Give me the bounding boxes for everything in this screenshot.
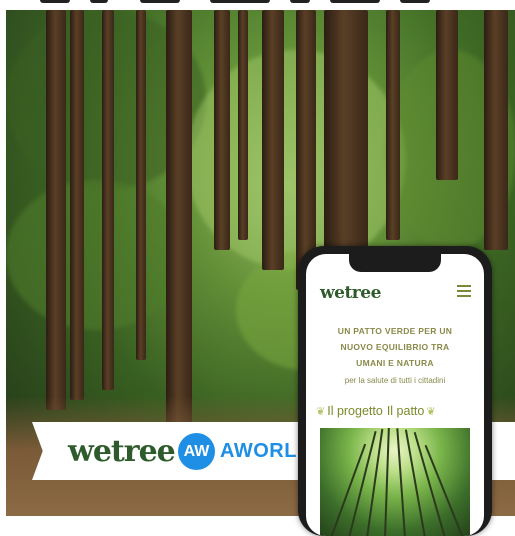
partner-banner-edge xyxy=(488,422,515,480)
app-subtagline: per la salute di tutti i cittadini xyxy=(344,376,446,385)
app-tabs: ❦ Il progetto Il patto ❦ xyxy=(316,401,478,421)
leaf-icon: ❦ xyxy=(316,405,326,418)
app-tagline: UN PATTO VERDE PER UN NUOVO EQUILIBRIO T… xyxy=(316,323,474,371)
tab-label: Il patto xyxy=(386,404,425,418)
phone-mockup: wetree UN PATTO VERDE PER UN NUOVO EQUIL… xyxy=(298,246,492,536)
app-logo[interactable]: wetree xyxy=(320,283,381,303)
tagline-line-2: NUOVO EQUILIBRIO TRA xyxy=(340,342,450,352)
top-cropped-strip xyxy=(0,0,515,10)
tagline-line-1: UN PATTO VERDE PER UN xyxy=(337,326,453,336)
phone-notch xyxy=(349,254,441,272)
tab-il-patto[interactable]: Il patto ❦ xyxy=(387,404,436,418)
phone-screen: wetree UN PATTO VERDE PER UN NUOVO EQUIL… xyxy=(306,254,484,536)
leaf-icon: ❦ xyxy=(426,405,436,418)
hamburger-menu-icon[interactable] xyxy=(457,285,471,297)
forest-canopy-image[interactable] xyxy=(320,428,470,536)
tagline-line-3: UMANI E NATURA xyxy=(356,358,434,368)
tab-label: Il progetto xyxy=(327,404,383,418)
aworld-logo-icon: AW xyxy=(178,433,215,470)
wetree-logo: wetree xyxy=(68,434,176,469)
tab-il-progetto[interactable]: ❦ Il progetto xyxy=(316,404,383,418)
